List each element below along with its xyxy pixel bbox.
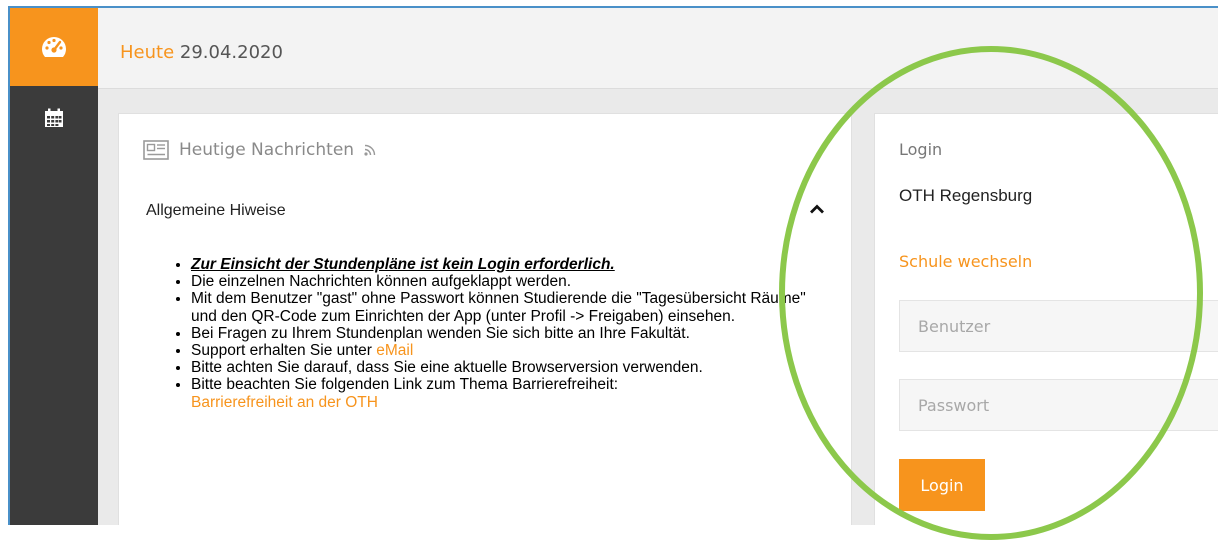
accessibility-link[interactable]: Barrierefreiheit an der OTH (191, 394, 378, 411)
news-item-emphasis: Zur Einsicht der Stundenpläne ist kein L… (191, 256, 615, 273)
list-item: Zur Einsicht der Stundenpläne ist kein L… (191, 256, 831, 273)
login-button[interactable]: Login (899, 459, 985, 511)
news-title: Heutige Nachrichten (179, 140, 355, 160)
newspaper-icon (143, 140, 169, 160)
calendar-icon (45, 108, 63, 127)
news-list: Zur Einsicht der Stundenpläne ist kein L… (171, 256, 831, 411)
news-section-title[interactable]: Allgemeine Hiweise (146, 202, 286, 220)
header-bar: Heute 29.04.2020 (98, 8, 1218, 89)
sidebar (10, 8, 98, 525)
sidebar-item-dashboard[interactable] (10, 8, 98, 86)
list-item: Die einzelnen Nachrichten können aufgekl… (191, 273, 831, 290)
news-item-text: Support erhalten Sie unter (191, 342, 377, 360)
app-window: Heute 29.04.2020 Heutige Nachrichten All… (8, 6, 1218, 525)
username-input[interactable] (899, 300, 1218, 352)
news-item-text: Bitte beachten Sie folgenden Link zum Th… (191, 376, 619, 394)
rss-icon[interactable] (364, 144, 376, 156)
list-item: Bei Fragen zu Ihrem Stundenplan wenden S… (191, 325, 831, 342)
list-item: Bitte achten Sie darauf, dass Sie eine a… (191, 359, 831, 376)
gauge-icon (41, 37, 67, 57)
login-panel: Login OTH Regensburg Schule wechseln Log… (874, 113, 1218, 525)
collapse-toggle[interactable] (809, 202, 825, 220)
login-title: Login (899, 140, 943, 159)
change-school-link[interactable]: Schule wechseln (899, 252, 1032, 271)
page-title: Heute 29.04.2020 (120, 42, 283, 63)
sidebar-item-calendar[interactable] (10, 108, 98, 138)
chevron-up-icon (810, 204, 824, 214)
today-label: Heute (120, 42, 175, 63)
news-panel-title: Heutige Nachrichten (143, 140, 376, 160)
email-link[interactable]: eMail (376, 342, 413, 359)
school-name: OTH Regensburg (899, 186, 1033, 205)
list-item: Bitte beachten Sie folgenden Link zum Th… (191, 376, 831, 410)
list-item: Support erhalten Sie unter eMail (191, 342, 831, 359)
today-date: 29.04.2020 (179, 42, 283, 63)
password-input[interactable] (899, 379, 1218, 431)
list-item: Mit dem Benutzer "gast" ohne Passwort kö… (191, 290, 831, 324)
news-panel: Heutige Nachrichten Allgemeine Hiweise Z… (118, 113, 852, 525)
